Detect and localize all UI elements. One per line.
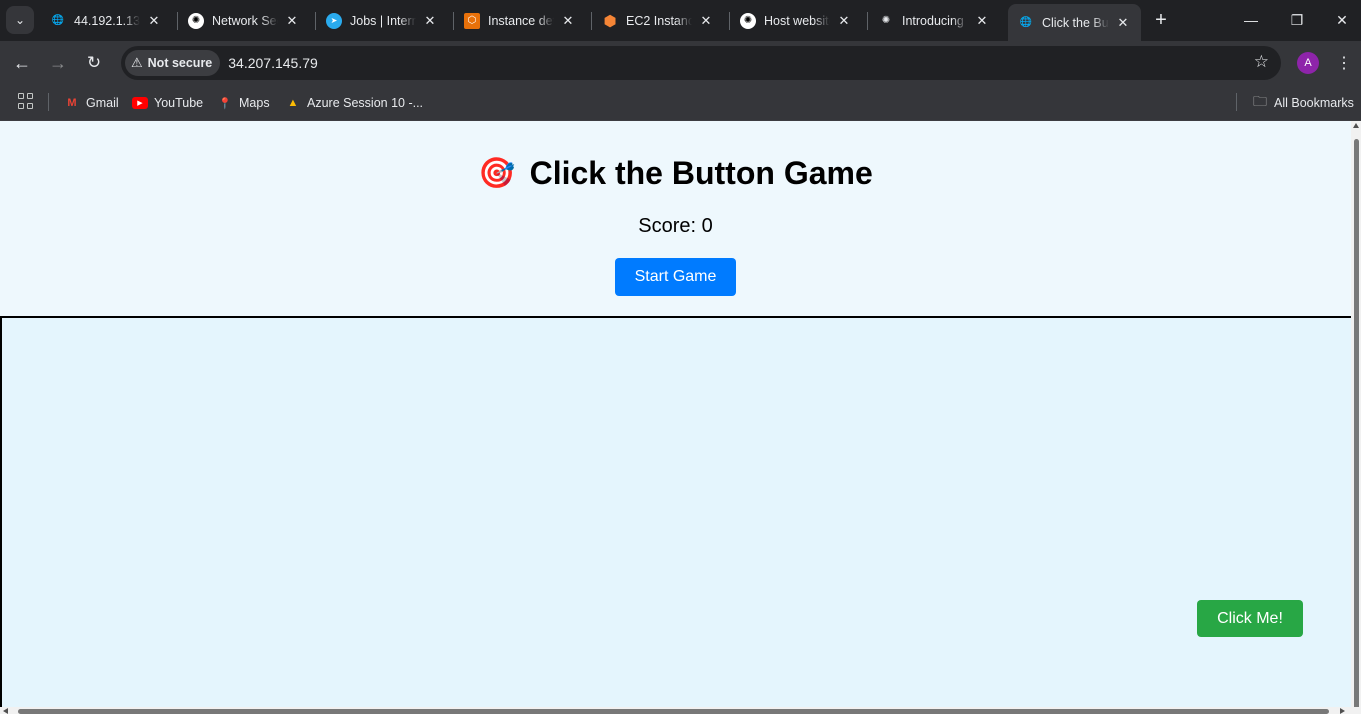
score-display: Score: 0 <box>0 215 1351 238</box>
site-info-chip[interactable]: ⚠ Not secure <box>125 50 221 76</box>
openai-icon: ✺ <box>188 12 204 29</box>
horizontal-scrollbar[interactable] <box>0 707 1361 714</box>
minimize-icon: — <box>1244 12 1258 28</box>
bookmark-maps[interactable]: 📍 Maps <box>217 92 270 114</box>
tab-title: Click the Button Game <box>1042 15 1109 30</box>
security-label: Not secure <box>147 56 213 70</box>
vertical-scroll-thumb[interactable] <box>1354 139 1359 714</box>
close-icon: ✕ <box>1336 11 1348 28</box>
score-label: Score: <box>638 215 697 237</box>
reload-button[interactable]: ↻ <box>80 49 108 77</box>
browser-window: ⌄ 🌐 44.192.1.138 ✕ ✺ Network Security ✕ … <box>0 0 1361 714</box>
close-icon[interactable]: ✕ <box>560 13 576 29</box>
scroll-left-arrow-icon[interactable] <box>3 708 8 714</box>
page-title: 🎯 Click the Button Game <box>0 155 1351 192</box>
chevron-down-icon: ⌄ <box>14 13 26 27</box>
openai-icon: ✺ <box>881 15 891 26</box>
telegram-icon: ➤ <box>326 12 342 29</box>
apps-grid-icon[interactable] <box>18 93 34 109</box>
openai-icon: ✺ <box>740 12 756 29</box>
browser-toolbar: ← → ↻ ⚠ Not secure 34.207.145.79 ☆ A ⋮ <box>0 41 1361 85</box>
tab-title: EC2 Instance <box>626 13 692 28</box>
close-icon[interactable]: ✕ <box>146 13 162 29</box>
bookmark-label: Maps <box>239 96 270 110</box>
page-title-text: Click the Button Game <box>529 155 873 191</box>
tab-2[interactable]: ✺ Network Security ✕ <box>178 4 310 37</box>
tab-1[interactable]: 🌐 44.192.1.138 ✕ <box>40 4 172 37</box>
bookmark-star-icon[interactable]: ☆ <box>1254 52 1269 72</box>
tab-title: 44.192.1.138 <box>74 13 140 28</box>
tab-title: Network Security <box>212 13 278 28</box>
page-content: 🎯 Click the Button Game Score: 0 Start Ga… <box>0 121 1351 707</box>
reload-icon: ↻ <box>86 53 102 72</box>
browser-menu-button[interactable]: ⋮ <box>1334 51 1354 75</box>
minimize-button[interactable]: — <box>1236 6 1266 34</box>
close-icon[interactable]: ✕ <box>422 13 438 29</box>
tab-title: Introducing GPT <box>902 13 968 28</box>
bookmark-gmail[interactable]: M Gmail <box>64 92 119 114</box>
tab-title: Host website <box>764 13 830 28</box>
bookmark-divider <box>1236 93 1237 111</box>
restore-button[interactable]: ❐ <box>1282 6 1312 34</box>
scroll-right-arrow-icon[interactable] <box>1340 708 1345 714</box>
close-icon[interactable]: ✕ <box>974 13 990 29</box>
horizontal-scroll-thumb[interactable] <box>18 709 1329 714</box>
tab-8-active[interactable]: 🌐 Click the Button Game ✕ <box>1008 4 1141 41</box>
youtube-icon: ▶ <box>132 97 148 109</box>
folder-icon: 🗀 <box>1253 93 1267 109</box>
tab-4[interactable]: ⬡ Instance details ✕ <box>454 4 586 37</box>
all-bookmarks-button[interactable]: 🗀 All Bookmarks <box>1252 92 1354 114</box>
all-bookmarks-label: All Bookmarks <box>1274 96 1354 110</box>
tab-search-button[interactable]: ⌄ <box>6 6 34 34</box>
tab-5[interactable]: ⬢ EC2 Instance ✕ <box>592 4 724 37</box>
tab-7[interactable]: ✺ Introducing GPT ✕ <box>868 4 1000 37</box>
arrow-left-icon: ← <box>13 52 31 73</box>
close-window-button[interactable]: ✕ <box>1327 6 1357 34</box>
scroll-up-arrow-icon[interactable] <box>1353 123 1359 128</box>
bookmark-label: Azure Session 10 -... <box>307 96 424 110</box>
bookmark-azure-session[interactable]: ▲ Azure Session 10 -... <box>285 92 423 114</box>
score-value: 0 <box>701 215 713 237</box>
bookmark-youtube[interactable]: ▶ YouTube <box>132 92 203 114</box>
forward-button[interactable]: → <box>44 49 72 77</box>
restore-icon: ❐ <box>1290 11 1304 28</box>
plus-icon: + <box>1155 8 1167 31</box>
warning-icon: ⚠ <box>131 55 143 70</box>
bookmark-divider <box>48 93 49 111</box>
new-tab-button[interactable]: + <box>1150 9 1172 31</box>
address-bar[interactable]: ⚠ Not secure 34.207.145.79 ☆ <box>121 46 1281 80</box>
target-icon: 🎯 <box>478 157 516 190</box>
start-game-button[interactable]: Start Game <box>615 258 736 296</box>
close-icon[interactable]: ✕ <box>1115 15 1131 31</box>
kebab-menu-icon: ⋮ <box>1336 55 1352 72</box>
bookmark-label: YouTube <box>154 96 204 110</box>
drive-icon: ▲ <box>287 97 299 109</box>
close-icon[interactable]: ✕ <box>836 13 852 29</box>
click-me-button[interactable]: Click Me! <box>1197 600 1303 637</box>
game-area[interactable]: Click Me! <box>0 316 1351 707</box>
aws-icon: ⬡ <box>464 12 480 29</box>
tab-strip: ⌄ 🌐 44.192.1.138 ✕ ✺ Network Security ✕ … <box>0 0 1361 41</box>
close-icon[interactable]: ✕ <box>698 13 714 29</box>
globe-icon: 🌐 <box>51 15 65 26</box>
vertical-scrollbar[interactable] <box>1351 121 1361 714</box>
tab-3[interactable]: ➤ Jobs | Internshala ✕ <box>316 4 448 37</box>
maps-icon: 📍 <box>218 97 232 110</box>
tab-title: Jobs | Internshala <box>350 13 416 28</box>
profile-avatar[interactable]: A <box>1297 52 1319 74</box>
tab-6[interactable]: ✺ Host website ✕ <box>730 4 862 37</box>
tab-title: Instance details <box>488 13 554 28</box>
ec2-icon: ⬢ <box>603 12 617 30</box>
back-button[interactable]: ← <box>8 49 36 77</box>
bookmark-label: Gmail <box>86 96 119 110</box>
bookmarks-bar: M Gmail ▶ YouTube 📍 Maps ▲ Azure Session… <box>0 85 1361 121</box>
close-icon[interactable]: ✕ <box>284 13 300 29</box>
url-text[interactable]: 34.207.145.79 <box>228 55 318 71</box>
gmail-icon: M <box>67 97 77 109</box>
arrow-right-icon: → <box>49 52 67 73</box>
globe-icon: 🌐 <box>1019 17 1033 28</box>
